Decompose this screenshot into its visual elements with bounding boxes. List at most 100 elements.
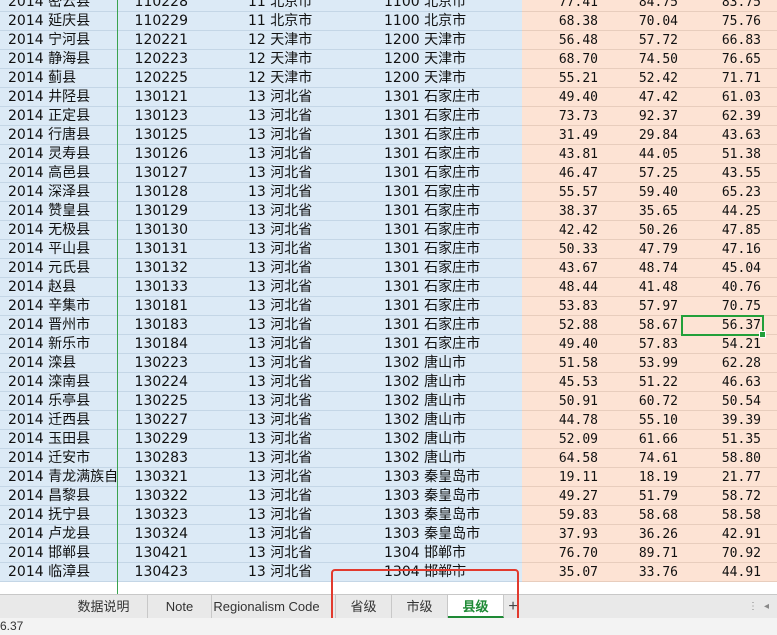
value3-cell[interactable]: 50.54	[680, 392, 777, 411]
value2-cell[interactable]: 59.40	[602, 183, 680, 202]
value2-cell[interactable]: 74.50	[602, 50, 680, 69]
city-cell[interactable]: 1303 秦皇岛市	[332, 468, 522, 487]
value2-cell[interactable]: 18.19	[602, 468, 680, 487]
value1-cell[interactable]: 73.73	[522, 107, 602, 126]
year-county-cell[interactable]: 2014 抚宁县	[0, 506, 118, 525]
city-cell[interactable]: 1301 石家庄市	[332, 107, 522, 126]
value2-cell[interactable]: 53.99	[602, 354, 680, 373]
region-code-cell[interactable]: 130132	[118, 259, 200, 278]
value3-cell[interactable]: 21.77	[680, 468, 777, 487]
value3-cell[interactable]: 70.92	[680, 544, 777, 563]
year-county-cell[interactable]: 2014 宁河县	[0, 31, 118, 50]
value2-cell[interactable]: 57.97	[602, 297, 680, 316]
value2-cell[interactable]: 33.76	[602, 563, 680, 582]
province-cell[interactable]: 13 河北省	[200, 202, 332, 221]
value1-cell[interactable]: 45.53	[522, 373, 602, 392]
selected-cell[interactable]	[681, 315, 766, 338]
value3-cell[interactable]: 46.63	[680, 373, 777, 392]
value3-cell[interactable]: 71.71	[680, 69, 777, 88]
value1-cell[interactable]: 43.81	[522, 145, 602, 164]
value3-cell[interactable]: 42.91	[680, 525, 777, 544]
city-cell[interactable]: 1200 天津市	[332, 50, 522, 69]
city-cell[interactable]: 1301 石家庄市	[332, 126, 522, 145]
value3-cell[interactable]: 43.63	[680, 126, 777, 145]
sheet-tab[interactable]: 县级	[448, 595, 504, 618]
value3-cell[interactable]: 83.75	[680, 0, 777, 12]
value2-cell[interactable]: 70.04	[602, 12, 680, 31]
city-cell[interactable]: 1302 唐山市	[332, 430, 522, 449]
year-county-cell[interactable]: 2014 元氏县	[0, 259, 118, 278]
province-cell[interactable]: 13 河北省	[200, 335, 332, 354]
value1-cell[interactable]: 50.91	[522, 392, 602, 411]
region-code-cell[interactable]: 130324	[118, 525, 200, 544]
value2-cell[interactable]: 50.26	[602, 221, 680, 240]
province-cell[interactable]: 13 河北省	[200, 392, 332, 411]
value3-cell[interactable]: 70.75	[680, 297, 777, 316]
city-cell[interactable]: 1301 石家庄市	[332, 164, 522, 183]
value2-cell[interactable]: 58.67	[602, 316, 680, 335]
province-cell[interactable]: 13 河北省	[200, 221, 332, 240]
city-cell[interactable]: 1302 唐山市	[332, 449, 522, 468]
region-code-cell[interactable]: 120225	[118, 69, 200, 88]
value1-cell[interactable]: 31.49	[522, 126, 602, 145]
region-code-cell[interactable]: 130126	[118, 145, 200, 164]
city-cell[interactable]: 1100 北京市	[332, 0, 522, 12]
value2-cell[interactable]: 52.42	[602, 69, 680, 88]
value2-cell[interactable]: 48.74	[602, 259, 680, 278]
region-code-cell[interactable]: 130421	[118, 544, 200, 563]
value3-cell[interactable]: 47.16	[680, 240, 777, 259]
value3-cell[interactable]: 76.65	[680, 50, 777, 69]
value3-cell[interactable]: 44.25	[680, 202, 777, 221]
value3-cell[interactable]: 61.03	[680, 88, 777, 107]
province-cell[interactable]: 13 河北省	[200, 297, 332, 316]
province-cell[interactable]: 12 天津市	[200, 69, 332, 88]
region-code-cell[interactable]: 130184	[118, 335, 200, 354]
region-code-cell[interactable]: 130130	[118, 221, 200, 240]
city-cell[interactable]: 1303 秦皇岛市	[332, 506, 522, 525]
province-cell[interactable]: 13 河北省	[200, 487, 332, 506]
region-code-cell[interactable]: 120223	[118, 50, 200, 69]
fill-handle[interactable]	[759, 331, 766, 338]
year-county-cell[interactable]: 2014 正定县	[0, 107, 118, 126]
value1-cell[interactable]: 46.47	[522, 164, 602, 183]
year-county-cell[interactable]: 2014 行唐县	[0, 126, 118, 145]
value3-cell[interactable]: 40.76	[680, 278, 777, 297]
city-cell[interactable]: 1200 天津市	[332, 31, 522, 50]
value3-cell[interactable]: 65.23	[680, 183, 777, 202]
region-code-cell[interactable]: 130129	[118, 202, 200, 221]
value1-cell[interactable]: 77.41	[522, 0, 602, 12]
year-county-cell[interactable]: 2014 密云县	[0, 0, 118, 12]
province-cell[interactable]: 13 河北省	[200, 259, 332, 278]
sheet-tab[interactable]: Regionalism Code	[198, 595, 336, 618]
year-county-cell[interactable]: 2014 滦南县	[0, 373, 118, 392]
value2-cell[interactable]: 55.10	[602, 411, 680, 430]
province-cell[interactable]: 13 河北省	[200, 183, 332, 202]
province-cell[interactable]: 13 河北省	[200, 430, 332, 449]
value1-cell[interactable]: 68.38	[522, 12, 602, 31]
year-county-cell[interactable]: 2014 蓟县	[0, 69, 118, 88]
value3-cell[interactable]: 58.72	[680, 487, 777, 506]
city-cell[interactable]: 1301 石家庄市	[332, 297, 522, 316]
province-cell[interactable]: 13 河北省	[200, 373, 332, 392]
year-county-cell[interactable]: 2014 昌黎县	[0, 487, 118, 506]
city-cell[interactable]: 1301 石家庄市	[332, 316, 522, 335]
value2-cell[interactable]: 92.37	[602, 107, 680, 126]
city-cell[interactable]: 1301 石家庄市	[332, 240, 522, 259]
city-cell[interactable]: 1301 石家庄市	[332, 221, 522, 240]
value3-cell[interactable]: 51.38	[680, 145, 777, 164]
region-code-cell[interactable]: 130223	[118, 354, 200, 373]
sheet-tab[interactable]: 市级	[392, 595, 448, 618]
value2-cell[interactable]: 57.83	[602, 335, 680, 354]
city-cell[interactable]: 1301 石家庄市	[332, 335, 522, 354]
year-county-cell[interactable]: 2014 灵寿县	[0, 145, 118, 164]
value2-cell[interactable]: 57.72	[602, 31, 680, 50]
region-code-cell[interactable]: 130229	[118, 430, 200, 449]
province-cell[interactable]: 13 河北省	[200, 316, 332, 335]
province-cell[interactable]: 13 河北省	[200, 468, 332, 487]
value2-cell[interactable]: 89.71	[602, 544, 680, 563]
year-county-cell[interactable]: 2014 延庆县	[0, 12, 118, 31]
region-code-cell[interactable]: 130125	[118, 126, 200, 145]
value1-cell[interactable]: 19.11	[522, 468, 602, 487]
value2-cell[interactable]: 84.75	[602, 0, 680, 12]
value2-cell[interactable]: 41.48	[602, 278, 680, 297]
